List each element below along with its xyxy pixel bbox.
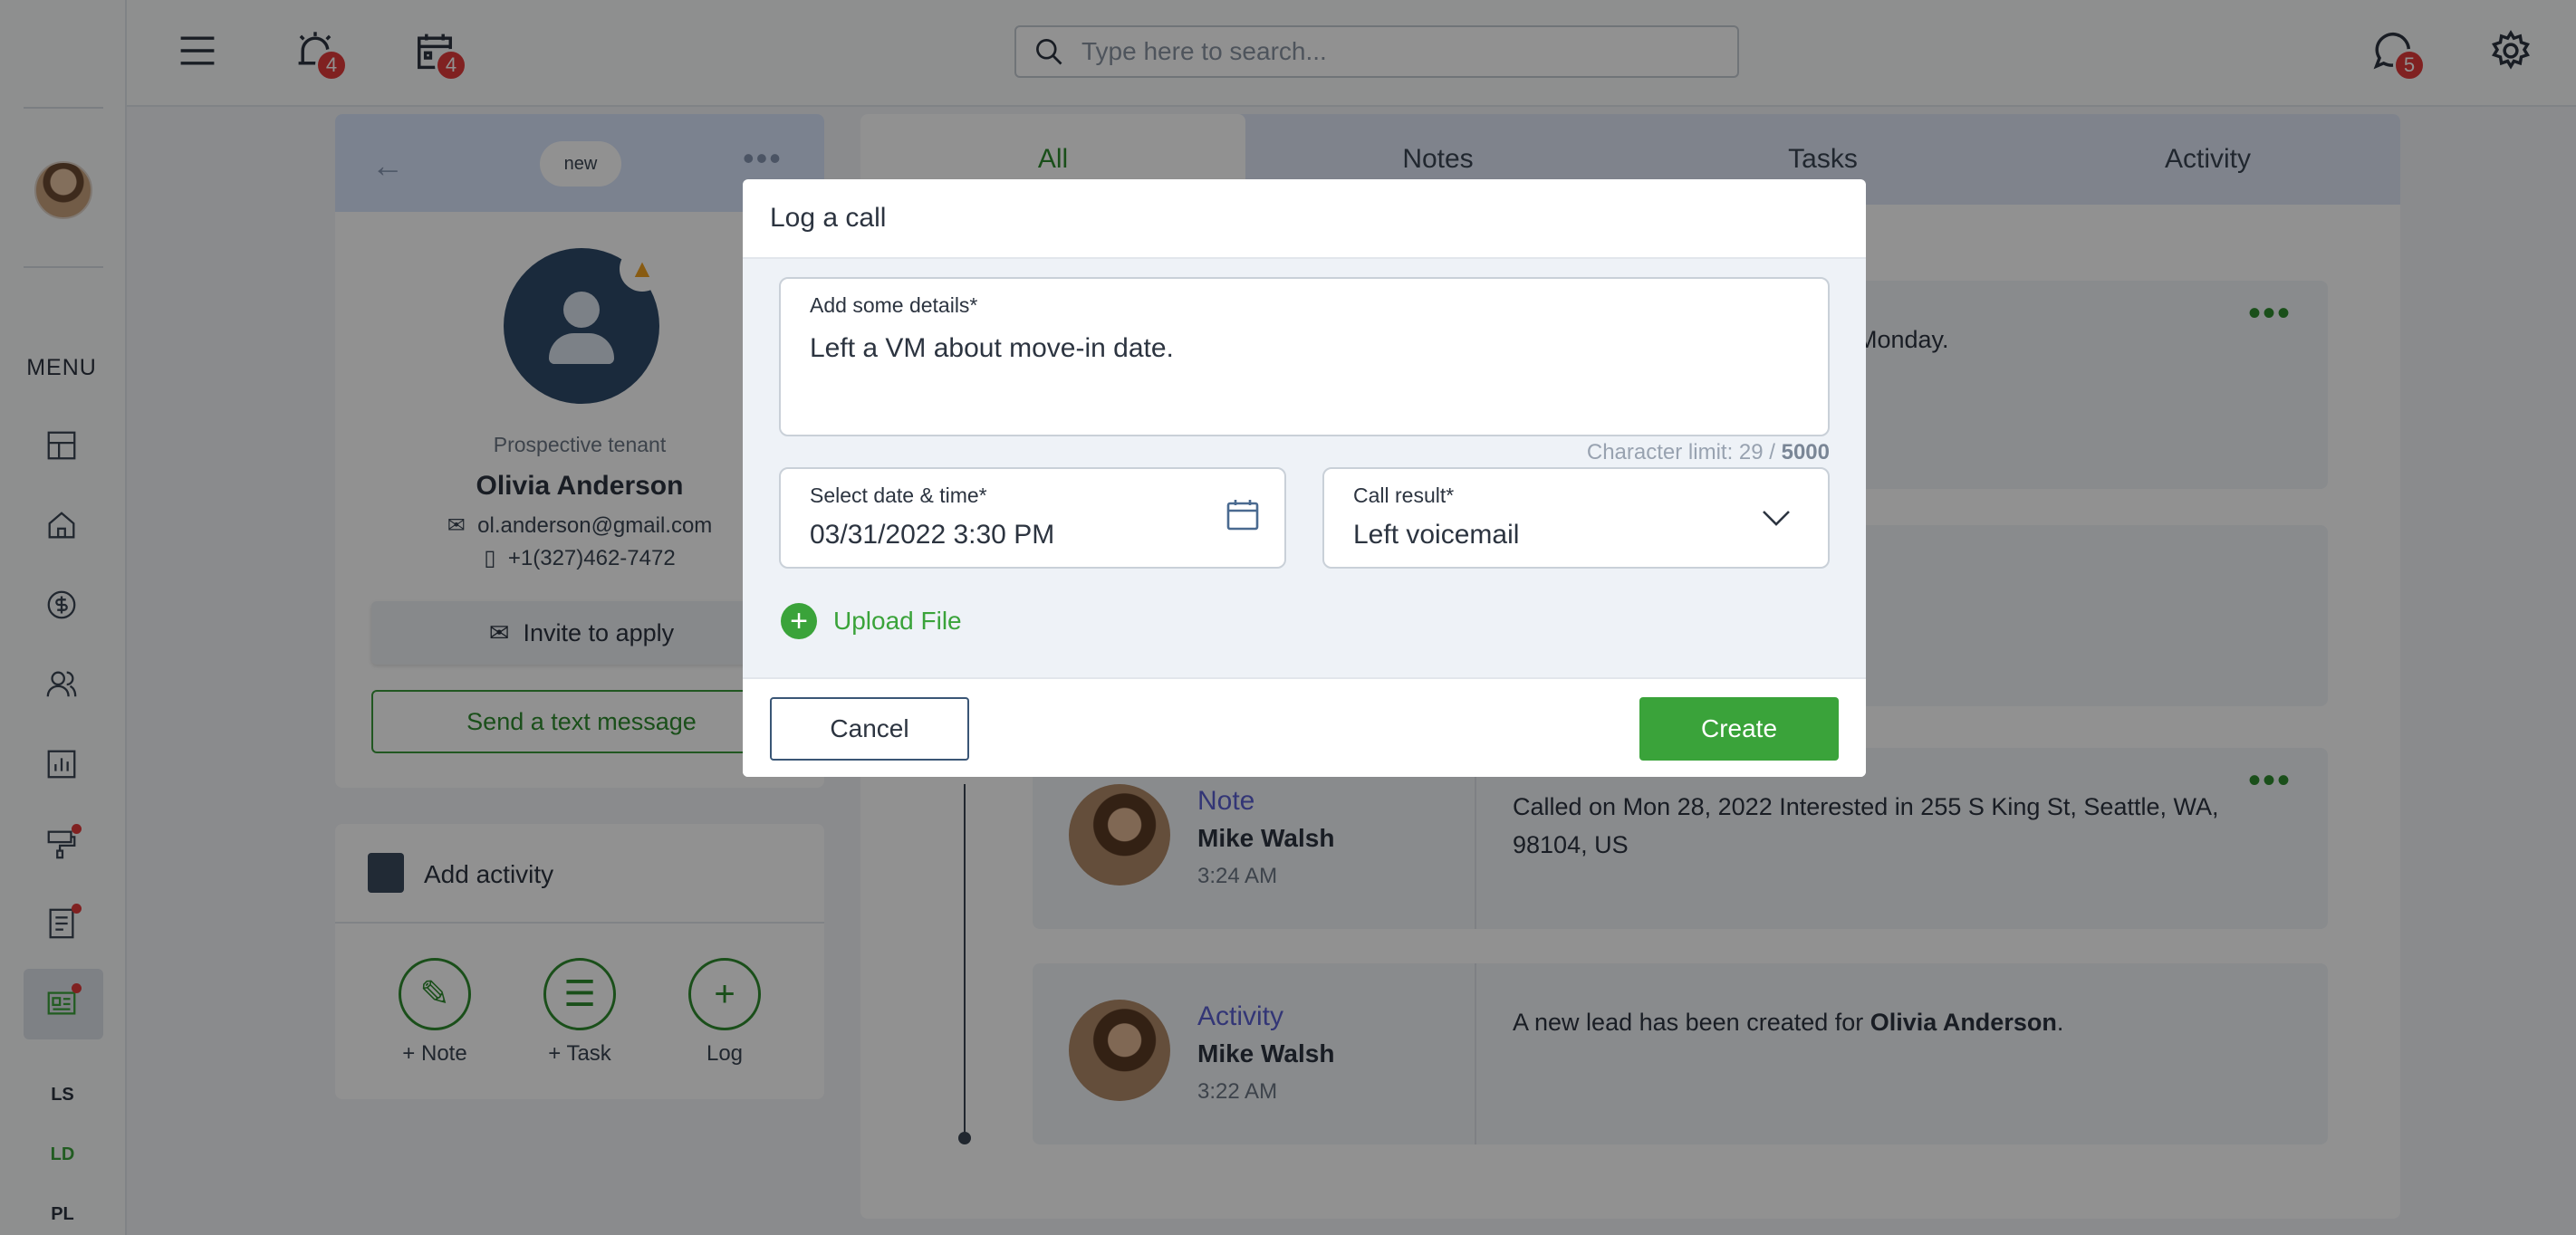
date-label: Select date & time* <box>810 483 987 507</box>
plus-circle-icon: + <box>781 603 817 639</box>
char-limit-text: Character limit: 29 / <box>1586 440 1782 464</box>
create-button[interactable]: Create <box>1639 697 1839 761</box>
date-time-field[interactable]: Select date & time* 03/31/2022 3:30 PM <box>779 467 1286 569</box>
chevron-down-icon <box>1761 507 1792 529</box>
log-call-modal: Log a call Add some details* Left a VM a… <box>743 179 1866 777</box>
cancel-button[interactable]: Cancel <box>770 697 969 761</box>
details-value[interactable]: Left a VM about move-in date. <box>810 333 1174 364</box>
call-result-select[interactable]: Call result* Left voicemail <box>1322 467 1830 569</box>
call-result-value: Left voicemail <box>1353 520 1520 550</box>
calendar-icon[interactable] <box>1225 496 1261 532</box>
details-label: Add some details* <box>810 293 978 317</box>
date-value[interactable]: 03/31/2022 3:30 PM <box>810 520 1054 550</box>
details-textarea[interactable]: Add some details* Left a VM about move-i… <box>779 277 1830 436</box>
modal-body: Add some details* Left a VM about move-i… <box>743 259 1866 677</box>
modal-title: Log a call <box>743 179 1866 259</box>
character-limit: Character limit: 29 / 5000 <box>1587 440 1830 465</box>
call-result-label: Call result* <box>1353 483 1455 507</box>
modal-footer: Cancel Create <box>743 677 1866 777</box>
char-limit-max: 5000 <box>1781 440 1830 464</box>
upload-file-button[interactable]: + Upload File <box>781 603 962 639</box>
upload-label: Upload File <box>833 607 962 635</box>
